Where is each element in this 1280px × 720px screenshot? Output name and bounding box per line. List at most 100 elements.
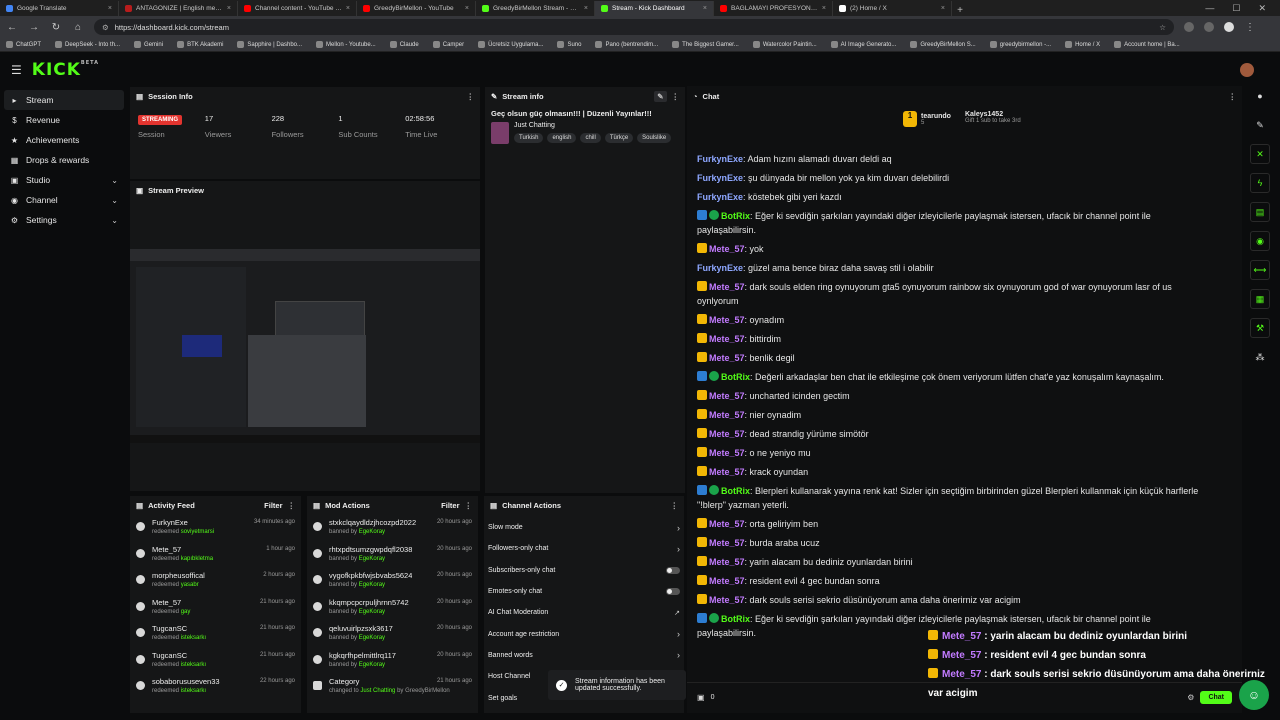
chat-username[interactable]: BotRix (721, 372, 750, 382)
chat-bubble-icon[interactable]: ◉ (1250, 231, 1270, 251)
chat-username[interactable]: Mete_57 (709, 595, 745, 605)
chat-username[interactable]: FurkynExe (697, 263, 743, 273)
sidebar-item-channel[interactable]: ◉ Channel ⌄ (4, 190, 124, 210)
chat-username[interactable]: BotRix (721, 486, 750, 496)
tab-close-icon[interactable]: × (584, 5, 588, 12)
menu-icon[interactable]: ⋮ (1244, 22, 1256, 33)
sidebar-item-achievements[interactable]: ★ Achievements (4, 130, 124, 150)
chat-username[interactable]: Mete_57 (709, 391, 745, 401)
sidebar-item-stream[interactable]: ▸ Stream (4, 90, 124, 110)
bookmark-item[interactable]: ChatGPT (6, 41, 41, 48)
close-icon[interactable]: ✕ (1258, 3, 1266, 14)
chat-username[interactable]: Mete_57 (709, 244, 745, 254)
profile-avatar[interactable] (1224, 22, 1234, 32)
more-options-icon[interactable]: ⋮ (288, 501, 296, 510)
bookmark-item[interactable]: Suno (557, 41, 581, 48)
bookmark-item[interactable]: Claude (389, 41, 419, 48)
browser-tab[interactable]: GreedyBirMellon - YouTube × (357, 1, 476, 16)
hamburger-menu-icon[interactable]: ☰ (11, 63, 22, 77)
more-options-icon[interactable]: ⋮ (671, 501, 679, 510)
site-info-icon[interactable]: ⚙ (102, 23, 109, 32)
gift-icon[interactable]: ▣ (697, 693, 705, 702)
browser-tab[interactable]: GreedyBirMellon Stream - Watch × (476, 1, 595, 16)
back-icon[interactable]: ← (6, 22, 18, 33)
forward-icon[interactable]: → (28, 22, 40, 33)
chat-username[interactable]: FurkynExe (697, 154, 743, 164)
bookmark-item[interactable]: The Biggest Gamer... (672, 41, 739, 48)
chat-username[interactable]: BotRix (721, 614, 750, 624)
user-avatar[interactable] (1240, 62, 1254, 77)
tag-chip[interactable]: Türkçe (604, 133, 634, 143)
info-icon[interactable]: ● (1250, 86, 1270, 106)
tag-chip[interactable]: english (547, 133, 577, 143)
browser-tab[interactable]: (2) Home / X × (833, 1, 952, 16)
more-options-icon[interactable]: ⋮ (1229, 92, 1237, 101)
more-options-icon[interactable]: ⋮ (467, 92, 475, 101)
kick-logo[interactable]: KICKBETA (32, 60, 99, 80)
wrench-icon[interactable]: ⚒ (1250, 318, 1270, 338)
bookmark-item[interactable]: DeepSeek - Into th... (55, 41, 120, 48)
tag-chip[interactable]: chill (580, 133, 601, 143)
tab-close-icon[interactable]: × (227, 5, 231, 12)
toggle-switch[interactable] (666, 588, 680, 596)
minimize-icon[interactable]: — (1205, 3, 1214, 14)
tab-close-icon[interactable]: × (941, 5, 945, 12)
bookmark-item[interactable]: Home / X (1065, 41, 1100, 48)
edit-icon[interactable]: ✎ (1250, 115, 1270, 135)
tab-close-icon[interactable]: × (346, 5, 350, 12)
channel-action-item[interactable]: AI Chat Moderation ↗ (484, 602, 684, 623)
bookmark-item[interactable]: Watercolor Paintin... (752, 41, 817, 48)
channel-action-item[interactable]: Banned words › (484, 645, 684, 666)
browser-tab[interactable]: BAĞLAMAYI PROFESYONEL ÇALMA × (714, 1, 833, 16)
maximize-icon[interactable]: ☐ (1232, 3, 1240, 14)
broadcast-icon[interactable]: ⟷ (1250, 260, 1270, 280)
tag-chip[interactable]: Turkish (514, 133, 544, 143)
sidebar-item-studio[interactable]: ▣ Studio ⌄ (4, 170, 124, 190)
layout-icon[interactable]: ▦ (1250, 289, 1270, 309)
chat-username[interactable]: Mete_57 (709, 448, 745, 458)
extension-icon[interactable] (1204, 22, 1214, 32)
bookmark-item[interactable]: Mellon - Youtube... (316, 41, 376, 48)
browser-tab[interactable]: Stream - Kick Dashboard × (595, 1, 714, 16)
chat-username[interactable]: Mete_57 (709, 576, 745, 586)
bookmark-item[interactable]: greedybirmellon -... (989, 41, 1051, 48)
channel-action-item[interactable]: Slow mode › (484, 517, 684, 538)
tab-close-icon[interactable]: × (465, 5, 469, 12)
bookmark-item[interactable]: GreedyBirMellon S... (910, 41, 976, 48)
chat-username[interactable]: Mete_57 (709, 282, 745, 292)
chat-username[interactable]: FurkynExe (697, 192, 743, 202)
bookmark-item[interactable]: Pano (bentrendim... (595, 41, 658, 48)
edit-icon[interactable]: ✎ (654, 90, 667, 102)
more-options-icon[interactable]: ⋮ (465, 501, 473, 510)
lightning-icon[interactable]: ϟ (1250, 173, 1270, 193)
channel-action-item[interactable]: Account age restriction › (484, 623, 684, 644)
bookmark-item[interactable]: BTK Akademi (177, 41, 223, 48)
chat-username[interactable]: Mete_57 (709, 334, 745, 344)
filter-button[interactable]: Filter (441, 501, 459, 510)
more-options-icon[interactable]: ⋮ (672, 92, 680, 101)
tag-chip[interactable]: Soulslike (637, 133, 672, 143)
toggle-switch[interactable] (666, 566, 680, 574)
stream-preview-video[interactable] (130, 249, 480, 443)
extension-icon[interactable] (1184, 22, 1194, 32)
chat-username[interactable]: Mete_57 (709, 557, 745, 567)
url-field[interactable]: ⚙ https://dashboard.kick.com/stream ☆ (94, 19, 1174, 35)
chat-username[interactable]: BotRix (721, 211, 750, 221)
tab-close-icon[interactable]: × (108, 5, 112, 12)
chat-username[interactable]: FurkynExe (697, 173, 743, 183)
bookmark-item[interactable]: Camper (432, 41, 464, 48)
sidebar-item-revenue[interactable]: $ Revenue (4, 110, 124, 130)
new-tab-button[interactable]: + (952, 5, 968, 16)
bookmark-item[interactable]: Sapphire | Dashbo... (237, 41, 302, 48)
channel-action-item[interactable]: Emotes-only chat (484, 581, 684, 602)
chat-username[interactable]: Mete_57 (709, 315, 745, 325)
bookmark-item[interactable]: AI Image Generato... (830, 41, 896, 48)
home-icon[interactable]: ⌂ (72, 22, 84, 33)
expand-icon[interactable]: ✕ (1250, 144, 1270, 164)
chat-username[interactable]: Mete_57 (709, 538, 745, 548)
document-icon[interactable]: ▤ (1250, 202, 1270, 222)
browser-tab[interactable]: ANTAGONIZE | English meaning - × (119, 1, 238, 16)
chat-username[interactable]: Mete_57 (709, 519, 745, 529)
channel-action-item[interactable]: Subscribers-only chat (484, 560, 684, 581)
bookmark-item[interactable]: Gemini (134, 41, 163, 48)
